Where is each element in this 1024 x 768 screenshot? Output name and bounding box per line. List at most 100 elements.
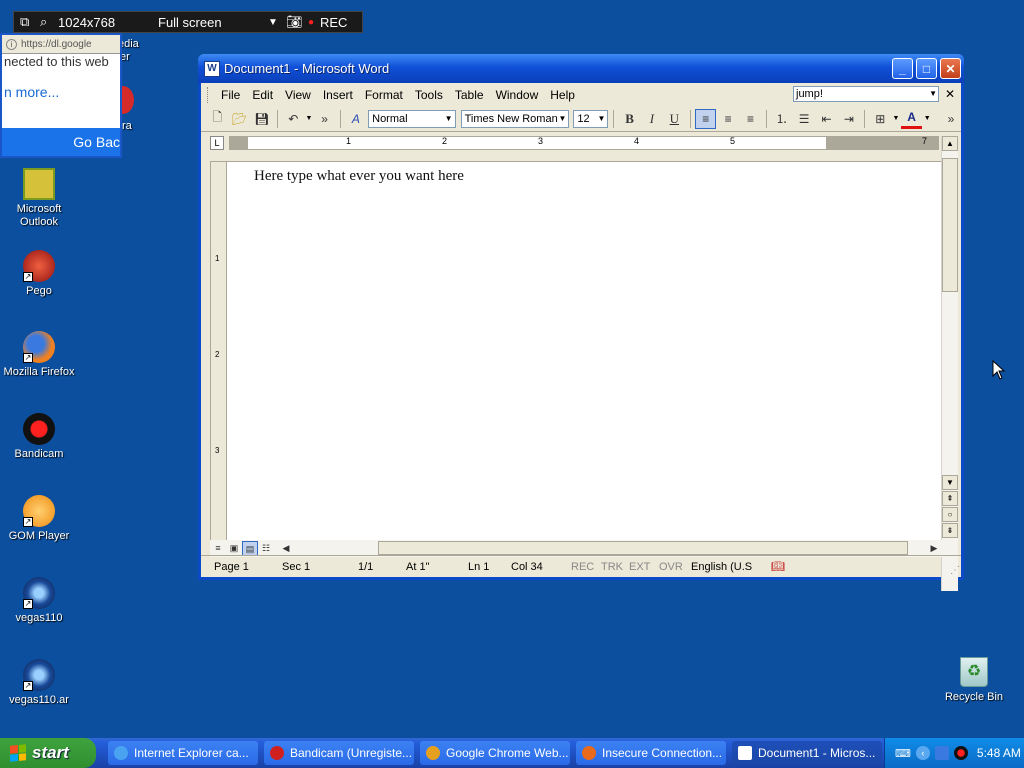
toolbar-grip-icon[interactable] (207, 86, 210, 103)
align-right-icon[interactable]: ≡ (740, 109, 760, 129)
menu-insert[interactable]: Insert (317, 88, 359, 102)
chevron-down-icon[interactable]: ▼ (924, 115, 931, 122)
show-hidden-icons-button[interactable]: ‹ (915, 746, 930, 760)
desktop-icon-pego[interactable]: ↗ Pego (1, 250, 77, 298)
align-left-icon[interactable]: ≡ (695, 108, 716, 129)
record-icon[interactable]: ● (308, 17, 318, 28)
bandicam-tray-icon[interactable] (953, 746, 968, 760)
underline-button[interactable]: U (664, 109, 684, 129)
menu-tools[interactable]: Tools (409, 88, 449, 102)
status-rec[interactable]: REC (571, 561, 601, 573)
horizontal-ruler[interactable]: 1 2 3 4 5 7 (229, 136, 939, 150)
ask-question-input[interactable]: jump! ▼ (793, 86, 939, 102)
menu-file[interactable]: File (215, 88, 246, 102)
chevron-down-icon[interactable]: ▼ (598, 111, 606, 127)
status-ext[interactable]: EXT (629, 561, 659, 573)
close-document-icon[interactable]: ✕ (945, 87, 955, 101)
camera-icon[interactable]: 📷︎ (286, 14, 308, 30)
scrollbar-thumb[interactable] (942, 158, 958, 292)
scrollbar-thumb[interactable] (378, 541, 908, 555)
scroll-right-icon[interactable]: ▶ (926, 541, 942, 556)
desktop-icon-vegas110[interactable]: ↗ vegas110 (1, 577, 77, 625)
print-layout-icon[interactable]: ▤ (242, 541, 258, 556)
chevron-down-icon[interactable]: ▼ (558, 111, 566, 127)
increase-indent-icon[interactable]: ⇥ (839, 109, 859, 129)
address-bar[interactable]: i https://dl.google (2, 35, 120, 54)
spelling-status-icon[interactable]: 📖︎ (771, 560, 785, 573)
chevron-down-icon[interactable]: ▼ (892, 115, 899, 122)
chevron-down-icon[interactable]: ▼ (305, 115, 312, 122)
outline-view-icon[interactable]: ☷ (258, 541, 274, 556)
styles-icon[interactable]: A (346, 109, 366, 129)
status-ovr[interactable]: OVR (659, 561, 691, 573)
chevron-down-icon[interactable]: ▼ (929, 87, 937, 101)
scroll-left-icon[interactable]: ◀ (278, 541, 294, 556)
taskbar-item-bandicam[interactable]: Bandicam (Unregiste... (264, 741, 414, 765)
normal-view-icon[interactable]: ≡ (210, 541, 226, 556)
window-mode-icon[interactable]: ⧉ (20, 14, 34, 30)
tab-selector-icon[interactable]: L (210, 135, 224, 150)
desktop-icon-recycle-bin[interactable]: ♻ Recycle Bin (944, 657, 1004, 703)
web-layout-icon[interactable]: ▣ (226, 541, 242, 556)
window-titlebar[interactable]: W Document1 - Microsoft Word _ □ ✕ (198, 54, 964, 83)
select-browse-object-icon[interactable]: ○ (942, 507, 958, 522)
taskbar-item-chrome[interactable]: Google Chrome Web... (420, 741, 570, 765)
word-app-icon[interactable]: W (204, 60, 220, 77)
undo-icon[interactable]: ↶ (283, 109, 303, 129)
desktop-icon-gom-player[interactable]: ↗ GOM Player (1, 495, 77, 543)
open-folder-icon[interactable]: 📂︎ (229, 109, 249, 129)
new-document-icon[interactable]: 🗋︎ (207, 109, 227, 129)
bold-button[interactable]: B (619, 109, 639, 129)
next-page-icon[interactable]: ⇟ (942, 523, 958, 538)
taskbar-item-insecure-connection[interactable]: Insecure Connection... (576, 741, 726, 765)
scroll-up-icon[interactable]: ▲ (942, 136, 958, 151)
chevron-down-icon[interactable]: ▼ (445, 111, 453, 127)
document-canvas[interactable]: 1 2 3 Here type what ever you want here (210, 161, 942, 541)
toolbar-options-icon[interactable]: » (941, 109, 961, 129)
save-icon[interactable]: 💾︎ (252, 109, 272, 129)
menu-format[interactable]: Format (359, 88, 409, 102)
desktop-icon-vegas110-ar[interactable]: ↗ vegas110.ar (1, 659, 77, 707)
start-button[interactable]: start (0, 738, 96, 768)
vertical-scrollbar[interactable]: ▲ ▼ ⇞ ○ ⇟ (941, 136, 958, 591)
close-button[interactable]: ✕ (940, 58, 961, 79)
numbered-list-icon[interactable]: ⒈ (772, 109, 792, 129)
taskbar-item-word[interactable]: Document1 - Micros... (732, 741, 882, 765)
document-text[interactable]: Here type what ever you want here (254, 168, 464, 185)
desktop-icon-bandicam[interactable]: Bandicam (1, 413, 77, 461)
font-color-icon[interactable]: A (901, 109, 922, 129)
network-icon[interactable] (934, 746, 949, 760)
toolbar-options-icon[interactable]: » (314, 109, 334, 129)
menu-view[interactable]: View (279, 88, 317, 102)
resize-grip-icon[interactable]: ⋰ (950, 565, 960, 576)
desktop-icon-outlook[interactable]: Microsoft Outlook (1, 168, 77, 229)
style-select[interactable]: Normal ▼ (368, 109, 456, 128)
italic-button[interactable]: I (642, 109, 662, 129)
minimize-button[interactable]: _ (892, 58, 913, 79)
go-back-button[interactable]: Go Bac (2, 128, 120, 156)
clock[interactable]: 5:48 AM (977, 746, 1021, 760)
desktop-icon-firefox[interactable]: ↗ Mozilla Firefox (1, 331, 77, 379)
font-select[interactable]: Times New Roman ▼ (460, 109, 570, 128)
borders-icon[interactable]: ⊞ (870, 109, 890, 129)
taskbar-item-internet-explorer[interactable]: Internet Explorer ca... (108, 741, 258, 765)
search-icon[interactable]: ⌕ (40, 14, 54, 30)
status-trk[interactable]: TRK (601, 561, 629, 573)
menu-help[interactable]: Help (544, 88, 581, 102)
rec-button[interactable]: REC (320, 15, 347, 30)
menu-edit[interactable]: Edit (246, 88, 279, 102)
keyboard-icon[interactable]: ⌨ (895, 747, 911, 760)
font-size-select[interactable]: 12 ▼ (573, 109, 609, 128)
menu-table[interactable]: Table (449, 88, 490, 102)
vertical-ruler[interactable]: 1 2 3 (211, 162, 227, 540)
decrease-indent-icon[interactable]: ⇤ (816, 109, 836, 129)
scroll-down-icon[interactable]: ▼ (942, 475, 958, 490)
chevron-down-icon[interactable]: ▼ (268, 17, 286, 28)
learn-more-link[interactable]: n more... (2, 84, 120, 100)
previous-page-icon[interactable]: ⇞ (942, 491, 958, 506)
menu-window[interactable]: Window (490, 88, 545, 102)
maximize-button[interactable]: □ (916, 58, 937, 79)
capture-mode-label[interactable]: Full screen (158, 15, 268, 30)
status-language[interactable]: English (U.S (691, 561, 771, 573)
align-center-icon[interactable]: ≡ (718, 109, 738, 129)
